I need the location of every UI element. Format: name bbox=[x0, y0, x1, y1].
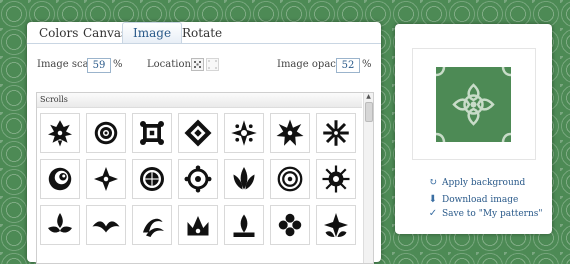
pattern-item[interactable] bbox=[316, 205, 356, 245]
scale-input[interactable]: 59 bbox=[87, 58, 111, 73]
download-label: Download image bbox=[442, 195, 519, 205]
preview-tile-icon bbox=[436, 67, 511, 142]
wheel-ornament-icon bbox=[140, 167, 164, 191]
ring-ornament-icon bbox=[184, 165, 212, 193]
editor-panel: Colors Canvas Image Rotate Image scale 5… bbox=[27, 22, 381, 264]
tab-rotate[interactable]: Rotate bbox=[182, 26, 222, 40]
pattern-item[interactable] bbox=[178, 205, 218, 245]
pattern-item[interactable] bbox=[178, 113, 218, 153]
swirl-ornament-icon bbox=[48, 167, 72, 191]
pattern-item[interactable] bbox=[132, 113, 172, 153]
save-pattern-link[interactable]: ✓ Save to "My patterns" bbox=[428, 208, 543, 219]
tiled-icon bbox=[194, 61, 201, 68]
square-knot-ornament-icon bbox=[140, 121, 164, 145]
tab-canvas[interactable]: Canvas bbox=[83, 26, 127, 40]
pattern-item[interactable] bbox=[224, 113, 264, 153]
pattern-item[interactable] bbox=[270, 159, 310, 199]
download-image-link[interactable]: ⬇ Download image bbox=[428, 194, 519, 205]
compass-ornament-icon bbox=[94, 167, 118, 191]
wing-ornament-icon bbox=[92, 221, 120, 233]
snowflake-ornament-icon bbox=[323, 120, 349, 146]
center-icon bbox=[208, 60, 217, 69]
tab-image[interactable]: Image bbox=[122, 22, 183, 44]
download-arrow-icon: ⬇ bbox=[428, 194, 438, 205]
location-center-button[interactable] bbox=[206, 58, 219, 71]
opacity-unit: % bbox=[362, 59, 372, 70]
category-header: Scrolls bbox=[37, 93, 362, 108]
pattern-item[interactable] bbox=[316, 113, 356, 153]
diamond-ornament-icon bbox=[184, 119, 212, 147]
pattern-item[interactable] bbox=[86, 205, 126, 245]
trefoil-ornament-icon bbox=[48, 213, 72, 233]
pattern-preview bbox=[412, 48, 536, 160]
preview-panel: ↻ Apply background ⬇ Download image ✓ Save … bbox=[395, 24, 552, 234]
rosette-ornament-icon bbox=[94, 121, 118, 145]
save-label: Save to "My patterns" bbox=[442, 209, 543, 219]
scale-unit: % bbox=[113, 59, 123, 70]
tab-divider bbox=[27, 43, 381, 44]
pattern-item[interactable] bbox=[86, 113, 126, 153]
list-scrollbar[interactable]: ▲ bbox=[363, 93, 373, 263]
pattern-item[interactable] bbox=[40, 205, 80, 245]
apply-background-link[interactable]: ↻ Apply background bbox=[428, 177, 526, 188]
pattern-item[interactable] bbox=[40, 159, 80, 199]
pattern-item[interactable] bbox=[132, 205, 172, 245]
pattern-item[interactable] bbox=[316, 159, 356, 199]
pattern-item[interactable] bbox=[224, 159, 264, 199]
cross-ornament-icon bbox=[231, 120, 257, 146]
pattern-item[interactable] bbox=[224, 205, 264, 245]
tulip-ornament-icon bbox=[233, 214, 255, 237]
opacity-input[interactable]: 52 bbox=[336, 58, 360, 73]
refresh-icon: ↻ bbox=[428, 177, 438, 188]
apply-label: Apply background bbox=[442, 178, 526, 188]
checkmark-icon: ✓ bbox=[428, 208, 438, 219]
scroll-thumb[interactable] bbox=[365, 102, 373, 122]
location-label: Location bbox=[147, 59, 191, 70]
crown-ornament-icon bbox=[187, 216, 209, 236]
pattern-item[interactable] bbox=[178, 159, 218, 199]
pattern-item[interactable] bbox=[40, 113, 80, 153]
pattern-item[interactable] bbox=[270, 205, 310, 245]
pattern-list: Scrolls ▲ bbox=[36, 92, 374, 264]
scroll-up-icon[interactable]: ▲ bbox=[365, 94, 372, 100]
pattern-item[interactable] bbox=[270, 113, 310, 153]
quatrefoil-ornament-icon bbox=[278, 213, 302, 237]
lotus-ornament-icon bbox=[233, 167, 255, 190]
tab-colors[interactable]: Colors bbox=[39, 26, 78, 40]
medallion-ornament-icon bbox=[277, 166, 303, 192]
star-ornament-icon bbox=[276, 119, 304, 146]
flourish-ornament-icon bbox=[324, 213, 348, 237]
fleur-ornament-icon bbox=[48, 120, 72, 147]
pattern-item[interactable] bbox=[86, 159, 126, 199]
location-tiled-button[interactable] bbox=[191, 58, 204, 71]
spiral-ornament-icon bbox=[143, 218, 164, 237]
sunburst-ornament-icon bbox=[322, 165, 350, 193]
pattern-item[interactable] bbox=[132, 159, 172, 199]
